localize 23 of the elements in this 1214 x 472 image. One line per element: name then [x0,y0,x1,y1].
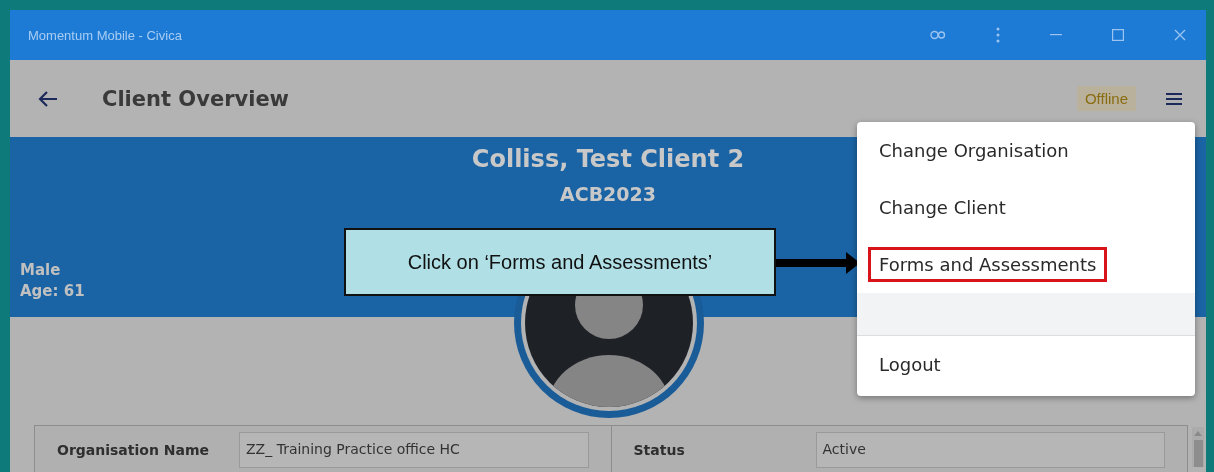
close-icon[interactable] [1174,29,1186,41]
client-id: ACB2023 [560,183,656,205]
menu-item[interactable]: Logout [868,346,952,382]
input-field[interactable]: ZZ_ Training Practice office HC [239,432,589,468]
offline-badge: Offline [1076,86,1136,111]
field-label: Status [633,442,686,458]
menu-item[interactable]: Change Client [868,190,1017,225]
field-label: Organisation Name [57,442,211,458]
client-name: Colliss, Test Client 2 [471,145,745,173]
back-arrow-icon[interactable] [38,90,58,107]
menu-item[interactable]: Forms and Assessments [868,247,1108,282]
scrollbar[interactable] [1192,427,1204,467]
window-title: Momentum Mobile - Civica [28,27,182,43]
menu-item[interactable]: Change Organisation [868,133,1080,168]
instruction-callout: Click on ‘Forms and Assessments’ [344,228,776,296]
menu-icon[interactable] [1166,91,1182,106]
input-field[interactable]: Active [815,432,1165,468]
minimize-icon[interactable] [1050,34,1062,36]
client-gender: Male [20,260,62,281]
page-title: Client Overview [102,86,290,111]
maximize-icon[interactable] [1112,29,1124,41]
client-age: Age: 61 [20,281,85,302]
more-icon[interactable] [996,27,1000,43]
